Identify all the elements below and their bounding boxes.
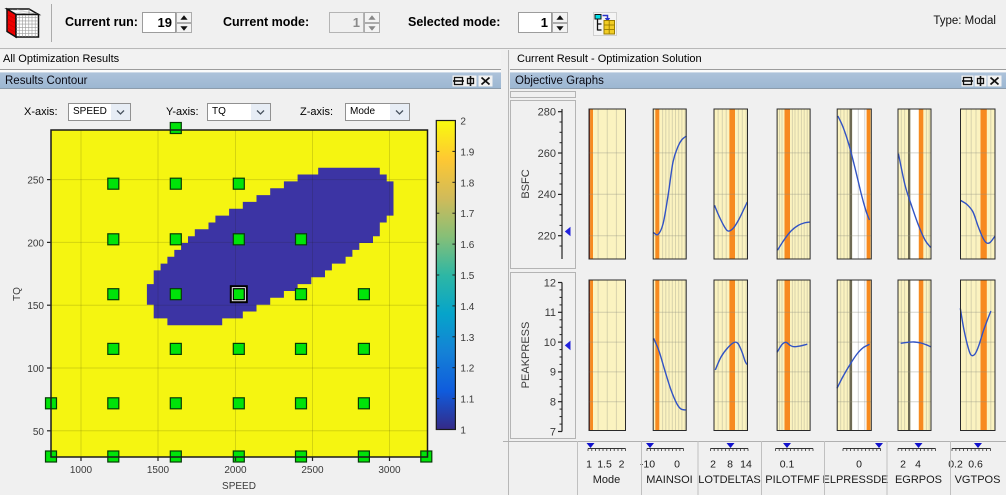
svg-text:14: 14 bbox=[740, 459, 752, 471]
svg-text:11: 11 bbox=[545, 307, 556, 319]
svg-text:BSFC: BSFC bbox=[520, 169, 532, 198]
svg-text:LOTDELTAS: LOTDELTAS bbox=[698, 474, 761, 486]
svg-text:220: 220 bbox=[538, 231, 556, 243]
svg-text:Mode: Mode bbox=[593, 474, 621, 486]
svg-text:PEAKPRESS: PEAKPRESS bbox=[520, 322, 532, 389]
svg-text:7: 7 bbox=[550, 426, 556, 438]
svg-text:1.5: 1.5 bbox=[597, 459, 612, 471]
svg-text:10: 10 bbox=[544, 337, 556, 349]
svg-text:8: 8 bbox=[550, 397, 556, 409]
svg-text:280: 280 bbox=[538, 107, 556, 119]
svg-text:4: 4 bbox=[915, 459, 921, 471]
svg-text:0: 0 bbox=[674, 459, 680, 471]
svg-text:9: 9 bbox=[550, 367, 556, 379]
svg-text:0.1: 0.1 bbox=[780, 459, 795, 471]
svg-text:2: 2 bbox=[710, 459, 716, 471]
svg-text:8: 8 bbox=[727, 459, 733, 471]
svg-text:-10: -10 bbox=[640, 459, 655, 471]
svg-text:EGRPOS: EGRPOS bbox=[895, 474, 942, 486]
svg-text:ELPRESSDE: ELPRESSDE bbox=[822, 474, 888, 486]
svg-text:VGTPOS: VGTPOS bbox=[955, 474, 1001, 486]
svg-text:260: 260 bbox=[538, 148, 556, 160]
svg-text:1: 1 bbox=[586, 459, 592, 471]
svg-text:0: 0 bbox=[856, 459, 862, 471]
svg-text:2: 2 bbox=[900, 459, 906, 471]
svg-text:0.6: 0.6 bbox=[968, 459, 983, 471]
svg-text:12: 12 bbox=[544, 277, 556, 289]
svg-text:240: 240 bbox=[538, 189, 556, 201]
svg-text:PILOTFMF: PILOTFMF bbox=[765, 474, 820, 486]
svg-text:2: 2 bbox=[619, 459, 625, 471]
svg-text:MAINSOI: MAINSOI bbox=[646, 474, 692, 486]
